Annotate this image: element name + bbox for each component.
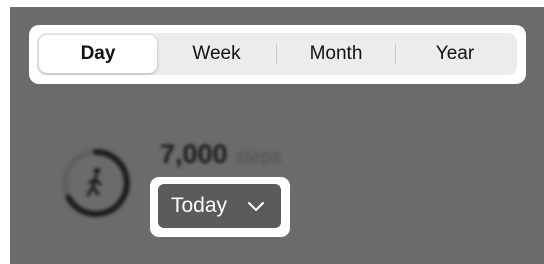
period-segmented-control: Day Week Month Year bbox=[37, 33, 517, 75]
date-filter-label: Today bbox=[171, 194, 228, 217]
steps-progress-ring bbox=[60, 147, 132, 224]
date-filter-dropdown[interactable]: Today bbox=[158, 184, 281, 228]
period-segmented-control-highlight: Day Week Month Year bbox=[29, 25, 526, 84]
date-filter-highlight: Today bbox=[150, 177, 290, 237]
steps-unit: steps bbox=[235, 147, 281, 168]
tab-day[interactable]: Day bbox=[39, 35, 157, 73]
tab-year[interactable]: Year bbox=[396, 35, 514, 73]
walking-person-icon bbox=[86, 167, 102, 197]
dimmed-activity-screen: Day Week Month Year 7,000 steps Today bbox=[10, 7, 544, 264]
steps-summary: 7,000 steps bbox=[160, 139, 281, 170]
chevron-down-icon bbox=[247, 201, 265, 212]
steps-count: 7,000 bbox=[160, 139, 228, 169]
tab-month[interactable]: Month bbox=[277, 35, 395, 73]
tab-week[interactable]: Week bbox=[159, 35, 274, 73]
